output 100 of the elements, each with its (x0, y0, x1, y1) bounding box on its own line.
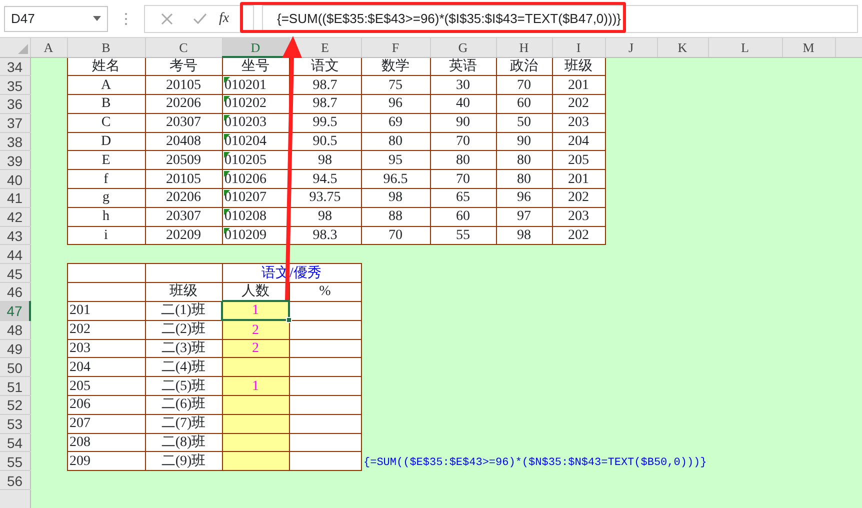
table-cell: B (101, 96, 111, 112)
name-box[interactable]: D47 (4, 6, 108, 32)
row-header[interactable]: 40 (0, 170, 30, 189)
table-cell: 010202 (224, 96, 266, 112)
table-cell: 70 (456, 134, 470, 150)
table-cell: 201 (70, 303, 90, 318)
row-header[interactable]: 46 (0, 282, 30, 302)
row-header[interactable]: 52 (0, 396, 30, 414)
table-cell: 二(9)班 (161, 454, 206, 469)
row-header[interactable]: 34 (0, 57, 30, 76)
table-cell: 二(4)班 (161, 360, 206, 375)
table-cell: 010205 (224, 152, 266, 168)
table-cell: 010206 (224, 172, 266, 187)
row-header[interactable]: 36 (0, 94, 30, 114)
function-button[interactable]: fx (219, 8, 230, 29)
table-cell: 90 (517, 134, 531, 150)
check-icon[interactable] (193, 12, 207, 24)
row-header[interactable]: 42 (0, 207, 30, 226)
table-cell: 20408 (166, 134, 201, 150)
column-heading: 数学 (382, 58, 410, 74)
table-cell: 010209 (224, 228, 266, 244)
count-cell: 1 (252, 378, 259, 394)
table-cell: E (102, 152, 110, 168)
table-cell: 98 (318, 152, 332, 168)
row-header[interactable]: 47 (0, 301, 30, 320)
table-cell: 二(7)班 (161, 416, 206, 432)
table-cell: 94.5 (312, 172, 338, 187)
table-cell: 202 (568, 190, 589, 206)
table-cell: 99.5 (312, 115, 338, 130)
table-cell: 二(1)班 (161, 303, 206, 318)
table-cell: 97 (517, 209, 531, 224)
table-cell: 96 (517, 190, 531, 206)
column-heading: 班级 (170, 284, 198, 300)
table-cell: g (102, 190, 110, 206)
row-header[interactable]: 55 (0, 452, 30, 471)
row-header[interactable]: 51 (0, 376, 30, 396)
column-heading: 语文 (311, 58, 339, 74)
row-header[interactable]: 49 (0, 339, 30, 358)
dropdown-caret-icon (93, 16, 101, 21)
table-cell: 203 (568, 209, 589, 224)
row-header[interactable]: 41 (0, 188, 30, 208)
column-header[interactable]: I (552, 38, 605, 57)
table-cell: 204 (568, 134, 589, 150)
table-cell: 98.7 (312, 78, 338, 93)
table-cell: 96.5 (383, 172, 408, 187)
row-header[interactable]: 48 (0, 320, 30, 340)
table-cell: 75 (388, 78, 402, 93)
column-header[interactable]: H (496, 38, 552, 57)
table-cell: D (100, 134, 112, 150)
row-header[interactable]: 53 (0, 414, 30, 434)
table-cell: 202 (70, 322, 90, 338)
row-header[interactable]: 38 (0, 132, 30, 151)
row-header[interactable]: 54 (0, 433, 30, 452)
table-cell: 98.3 (312, 228, 338, 244)
table-cell: 80 (517, 172, 531, 187)
table-cell: 70 (456, 172, 470, 187)
column-header[interactable]: G (430, 38, 496, 57)
table-cell: 202 (568, 228, 589, 244)
table-cell: 98.7 (312, 96, 338, 112)
table-cell: 20206 (166, 96, 201, 112)
column-header[interactable]: J (605, 38, 657, 57)
column-heading: 人数 (242, 284, 270, 300)
row-header[interactable]: 39 (0, 150, 30, 170)
column-header[interactable]: D (222, 38, 289, 57)
row-header[interactable]: 44 (0, 244, 30, 264)
select-all-icon[interactable] (18, 44, 28, 54)
table-cell: 20105 (166, 172, 201, 187)
table-cell: 201 (568, 172, 589, 187)
table-cell: 206 (70, 397, 90, 412)
row-header[interactable]: 50 (0, 358, 30, 377)
column-heading: 考号 (170, 58, 198, 74)
table-cell: 20105 (166, 78, 201, 93)
column-header[interactable]: C (145, 38, 222, 57)
table-cell: 80 (517, 152, 531, 168)
table-cell: 205 (568, 152, 589, 168)
column-heading: % (319, 284, 331, 300)
column-header[interactable]: F (361, 38, 430, 57)
column-header[interactable]: L (708, 38, 782, 57)
table-cell: 88 (388, 209, 402, 224)
row-header[interactable]: 35 (0, 76, 30, 95)
column-header[interactable]: K (657, 38, 708, 57)
table-cell: 二(2)班 (161, 322, 206, 338)
table-cell: 60 (456, 209, 470, 224)
table-cell: 80 (456, 152, 470, 168)
column-header[interactable]: A (30, 38, 67, 57)
row-header[interactable]: 43 (0, 226, 30, 245)
row-header[interactable]: 56 (0, 470, 30, 490)
table-cell: 70 (517, 78, 531, 93)
cancel-icon[interactable] (161, 12, 173, 24)
row-header[interactable]: 37 (0, 113, 30, 132)
table-cell: 40 (456, 96, 470, 112)
table-cell: 93.75 (309, 190, 341, 206)
table-cell: 90.5 (312, 134, 338, 150)
column-header[interactable]: B (67, 38, 145, 57)
table-cell: 20307 (166, 209, 201, 224)
table-cell: 20206 (166, 190, 201, 206)
fill-handle[interactable] (286, 317, 292, 324)
column-header[interactable]: M (782, 38, 835, 57)
row-header[interactable]: 45 (0, 264, 30, 283)
count-cell: 1 (252, 303, 259, 318)
